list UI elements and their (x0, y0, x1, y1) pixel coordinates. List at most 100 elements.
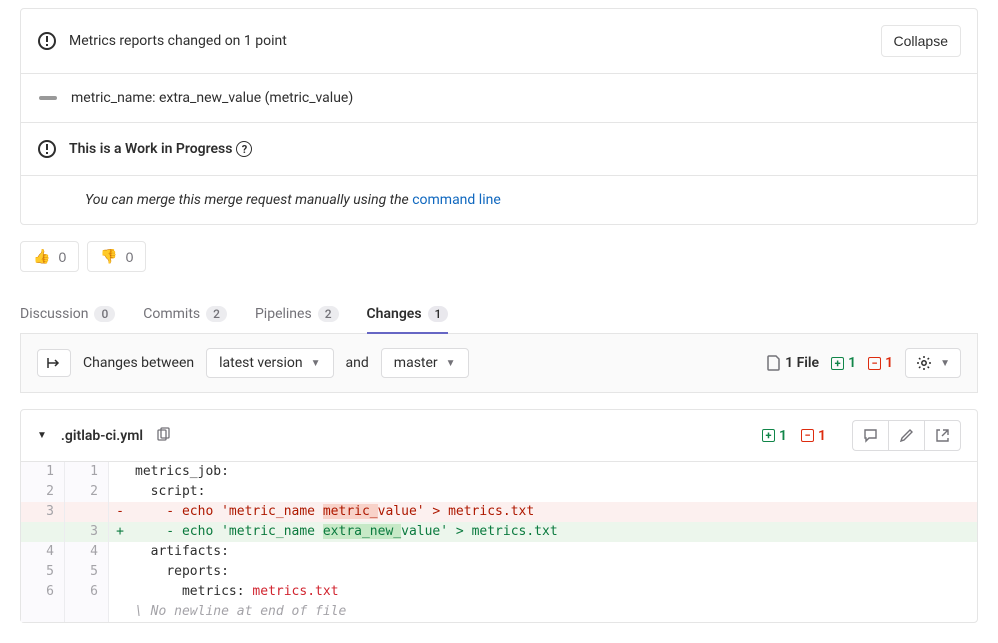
tab-pipelines[interactable]: Pipelines 2 (255, 296, 339, 334)
warning-icon (37, 31, 57, 51)
code-content: - echo 'metric_name extra_new_value' > m… (131, 522, 977, 542)
file-count: 1 File (767, 355, 819, 371)
code-content: script: (131, 482, 977, 502)
help-icon[interactable]: ? (236, 141, 252, 157)
diff-line[interactable]: 3+ - echo 'metric_name extra_new_value' … (21, 522, 977, 542)
file-header: ▼ .gitlab-ci.yml + 1 − 1 (21, 410, 977, 461)
file-removals: − 1 (801, 428, 826, 444)
thumbs-up-button[interactable]: 👍 0 (20, 241, 79, 272)
file-additions: + 1 (762, 428, 787, 444)
new-line-number (65, 502, 109, 522)
warning-icon (37, 139, 57, 159)
thumbs-down-icon: 👎 (100, 248, 117, 265)
chevron-down-icon: ▼ (311, 358, 321, 369)
file-icon (767, 355, 781, 371)
minus-icon: − (801, 429, 814, 442)
removals-value: 1 (885, 355, 893, 371)
pencil-icon (899, 428, 914, 443)
new-line-number: 5 (65, 562, 109, 582)
code-content: - echo 'metric_name metric_value' > metr… (131, 502, 977, 522)
metrics-report-title: Metrics reports changed on 1 point (69, 33, 287, 49)
reactions-bar: 👍 0 👎 0 (20, 241, 978, 272)
tab-discussion[interactable]: Discussion 0 (20, 296, 115, 334)
diff-line[interactable]: 3 - - echo 'metric_name metric_value' > m… (21, 502, 977, 522)
diff-line[interactable]: 22 script: (21, 482, 977, 502)
changes-toolbar: Changes between latest version ▼ and mas… (20, 334, 978, 393)
old-line-number: 1 (21, 462, 65, 482)
tab-badge: 0 (94, 306, 115, 322)
comment-icon (863, 428, 878, 443)
dropdown-value: master (394, 355, 438, 371)
tab-badge: 1 (428, 306, 449, 322)
tree-toggle-button[interactable] (37, 349, 71, 377)
code-content: metrics: metrics.txt (131, 582, 977, 602)
file-removals-value: 1 (818, 428, 826, 444)
diff-line[interactable]: 44 artifacts: (21, 542, 977, 562)
version-to-dropdown[interactable]: master ▼ (381, 348, 469, 378)
diff-marker (109, 562, 131, 582)
merge-text-prefix: You can merge this merge request manuall… (85, 192, 412, 208)
collapse-file-toggle[interactable]: ▼ (37, 430, 47, 441)
tab-changes[interactable]: Changes 1 (367, 296, 449, 334)
thumbs-up-icon: 👍 (33, 248, 50, 265)
version-from-dropdown[interactable]: latest version ▼ (206, 348, 333, 378)
external-link-icon (935, 428, 950, 443)
tab-commits[interactable]: Commits 2 (143, 296, 227, 334)
tab-badge: 2 (206, 306, 227, 322)
chevron-down-icon: ▼ (940, 358, 950, 369)
dropdown-value: latest version (219, 355, 303, 371)
changes-between-label: Changes between (83, 355, 194, 371)
tab-label: Changes (367, 306, 422, 322)
mr-tabs: Discussion 0 Commits 2 Pipelines 2 Chang… (20, 296, 978, 334)
and-label: and (346, 355, 369, 371)
file-additions-value: 1 (779, 428, 787, 444)
diff-marker (109, 462, 131, 482)
file-count-label: 1 File (785, 355, 819, 371)
new-line-number: 4 (65, 542, 109, 562)
merge-instructions: You can merge this merge request manuall… (21, 176, 977, 224)
old-line-number: 5 (21, 562, 65, 582)
additions-value: 1 (848, 355, 856, 371)
thumbs-down-count: 0 (126, 249, 134, 265)
diff-marker (109, 582, 131, 602)
settings-dropdown[interactable]: ▼ (905, 348, 961, 378)
thumbs-up-count: 0 (58, 249, 66, 265)
chevron-down-icon: ▼ (446, 358, 456, 369)
plus-icon: + (762, 429, 775, 442)
tree-icon (47, 356, 61, 370)
wip-title: This is a Work in Progress (69, 141, 232, 157)
merge-request-widget: Metrics reports changed on 1 point Colla… (20, 8, 978, 225)
code-content: metrics_job: (131, 462, 977, 482)
gear-icon (916, 355, 932, 371)
code-content: artifacts: (131, 542, 977, 562)
external-link-button[interactable] (924, 420, 961, 451)
old-line-number: 4 (21, 542, 65, 562)
collapse-button[interactable]: Collapse (881, 25, 961, 57)
old-line-number: 2 (21, 482, 65, 502)
metrics-report-header: Metrics reports changed on 1 point Colla… (21, 9, 977, 74)
command-line-link[interactable]: command line (412, 192, 501, 208)
new-line-number: 2 (65, 482, 109, 502)
diff-line[interactable]: 55 reports: (21, 562, 977, 582)
tab-label: Pipelines (255, 306, 312, 322)
diff-line[interactable]: 66 metrics: metrics.txt (21, 582, 977, 602)
edit-button[interactable] (888, 420, 924, 451)
additions-count: + 1 (831, 355, 856, 371)
old-line-number: 3 (21, 502, 65, 522)
neutral-icon (39, 96, 57, 100)
old-line-number: 6 (21, 582, 65, 602)
comment-button[interactable] (852, 420, 888, 451)
file-name: .gitlab-ci.yml (61, 428, 143, 444)
copy-path-button[interactable] (157, 427, 171, 445)
metrics-item-text: metric_name: extra_new_value (metric_val… (71, 90, 353, 106)
diff-marker: - (109, 502, 131, 522)
file-actions (852, 420, 961, 451)
diff-line[interactable]: 11 metrics_job: (21, 462, 977, 482)
diff-file: ▼ .gitlab-ci.yml + 1 − 1 11 metrics_job:… (20, 409, 978, 623)
diff-marker (109, 542, 131, 562)
code-content: reports: (131, 562, 977, 582)
thumbs-down-button[interactable]: 👎 0 (87, 241, 146, 272)
diff-marker (109, 482, 131, 502)
tab-badge: 2 (318, 306, 339, 322)
wip-section: This is a Work in Progress ? (21, 123, 977, 176)
